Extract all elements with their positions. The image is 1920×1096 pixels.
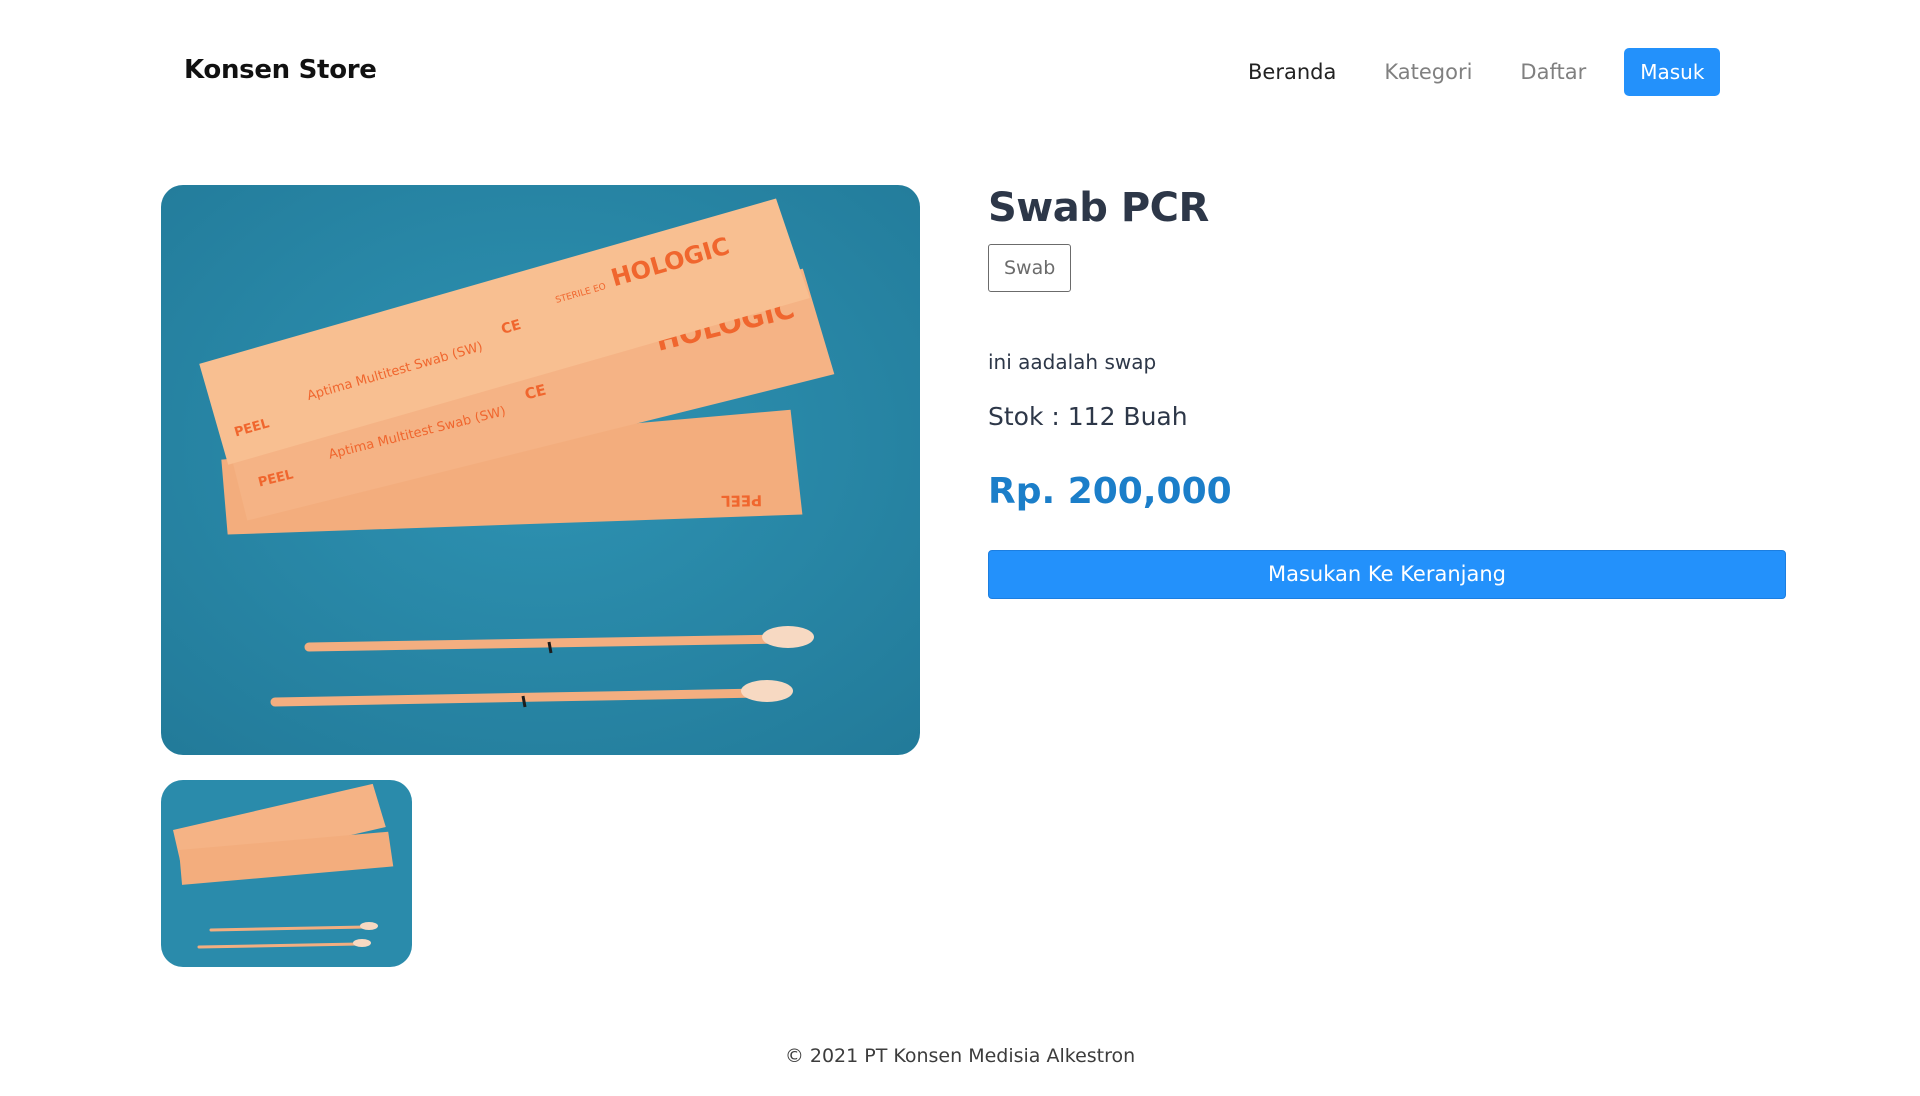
- add-to-cart-button[interactable]: Masukan Ke Keranjang: [988, 550, 1786, 599]
- nav-link-daftar[interactable]: Daftar: [1520, 60, 1586, 84]
- product-description: ini aadalah swap: [988, 350, 1157, 374]
- product-main-image: PEEL HOLOGIC Aptima Multitest Swab (SW) …: [161, 185, 920, 755]
- brand-logo[interactable]: Konsen Store: [184, 55, 377, 85]
- login-button[interactable]: Masuk: [1624, 48, 1721, 96]
- category-badge[interactable]: Swab: [988, 244, 1072, 292]
- packet-peel-text-3: PEEL: [720, 491, 762, 510]
- product-title: Swab PCR: [988, 185, 1209, 231]
- product-price: Rp. 200,000: [988, 471, 1232, 512]
- navbar: Konsen Store Beranda Kategori Daftar Mas…: [0, 0, 1920, 146]
- product-details: Swab PCR Swab ini aadalah swap Stok : 11…: [988, 180, 1788, 599]
- footer-copyright: © 2021 PT Konsen Medisia Alkestron: [784, 1045, 1136, 1067]
- nav-link-beranda[interactable]: Beranda: [1248, 60, 1336, 84]
- product-stock: Stok : 112 Buah: [988, 402, 1188, 431]
- nav-link-kategori[interactable]: Kategori: [1384, 60, 1472, 84]
- product-thumbnail[interactable]: [161, 780, 412, 967]
- nav-menu: Beranda Kategori Daftar Masuk: [1248, 48, 1721, 96]
